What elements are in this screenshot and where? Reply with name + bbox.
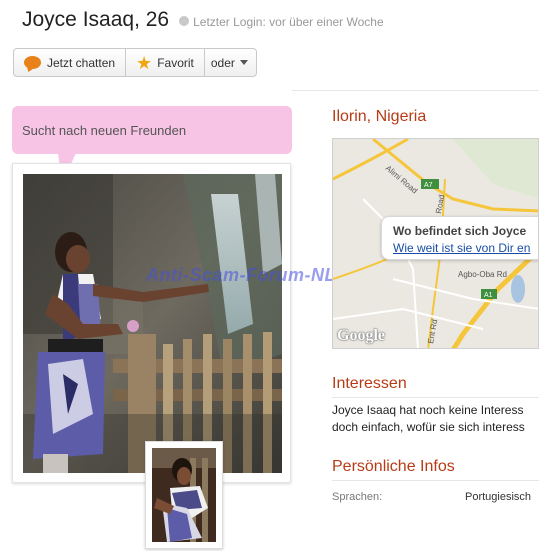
interests-line-2: doch einfach, wofür sie sich interess [332,420,525,434]
location-title: Ilorin, Nigeria [332,108,427,125]
main-photo-frame [12,163,291,483]
thumbnail-frame [145,441,223,549]
more-options-dropdown[interactable]: oder [205,49,256,76]
profile-name: Joyce Isaaq, 26 [22,8,170,31]
favorite-button-label: Favorit [157,55,194,70]
last-login: Letzter Login: vor über einer Woche [193,15,384,29]
chat-button[interactable]: Jetzt chatten [14,49,127,76]
personal-info-divider [332,480,539,481]
map-route-shield-a1: A1 [484,292,493,299]
map-question: Wo befindet sich Joyce [393,224,527,238]
chat-bubble-icon [24,56,41,69]
star-icon: ★ [136,52,153,73]
interests-text: Joyce Isaaq hat noch keine Interess doch… [332,402,539,436]
language-value: Portugiesisch [465,491,532,503]
favorite-button[interactable]: ★ Favorit [126,49,205,76]
watermark-text: Anti-Scam-Forum-NL [146,265,336,285]
distance-link[interactable]: Wie weit ist sie von Dir en [393,241,530,255]
status-dot-icon [179,16,190,26]
more-options-label: oder [210,55,235,70]
map-road-label-agbo: Agbo-Oba Rd [458,270,507,279]
google-logo: Google [337,327,385,344]
map-route-shield-a7: A7 [424,182,433,189]
interests-title: Interessen [332,375,407,392]
divider [292,90,539,91]
status-bubble: Sucht nach neuen Freunden [12,106,292,154]
main-profile-photo[interactable] [23,174,282,473]
map-info-bubble: Wo befindet sich Joyce Wie weit ist sie … [381,216,538,260]
interests-divider [332,397,539,398]
personal-info-title: Persönliche Infos [332,458,455,475]
interests-line-1: Joyce Isaaq hat noch keine Interess [332,403,524,417]
profile-header: Joyce Isaaq, 26 Letzter Login: vor über … [22,8,384,36]
status-text: Sucht nach neuen Freunden [22,123,187,138]
chat-button-label: Jetzt chatten [47,55,116,70]
profile-thumbnail[interactable] [152,448,216,542]
action-bar: Jetzt chatten ★ Favorit oder [13,48,257,77]
chevron-down-icon [239,60,248,65]
language-label: Sprachen: [332,491,383,503]
location-map[interactable]: Alimi Road A7 Road A1 Agbo-Oba Rd Ent Rd… [332,138,539,349]
